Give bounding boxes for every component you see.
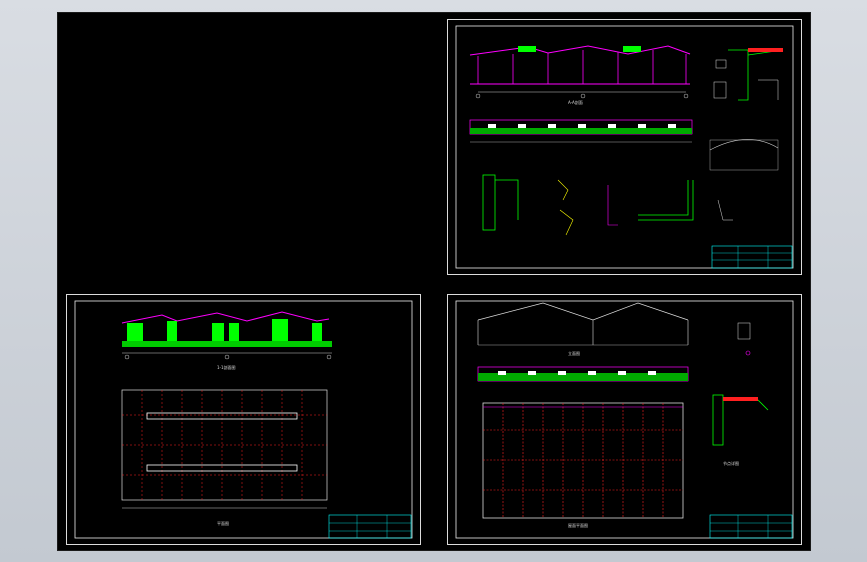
caption-section: A-A剖面 xyxy=(568,99,583,105)
drawing-sheet-bottom-right[interactable]: 立面图 屋面平面图 节点详图 xyxy=(447,294,802,545)
caption-section: 1-1剖面图 xyxy=(217,364,236,370)
sheet-bottom-left-canvas: 1-1剖面图 平面图 xyxy=(74,300,413,539)
sheet-bottom-right-canvas: 立面图 屋面平面图 节点详图 xyxy=(455,300,794,539)
sheet-top-right-canvas: A-A剖面 xyxy=(455,25,794,269)
caption-detail: 节点详图 xyxy=(723,460,739,466)
drawing-viewport[interactable]: A-A剖面 1-1剖面图 平面图 立面图 屋面平面图 节点详图 xyxy=(57,12,811,551)
caption-plan: 平面图 xyxy=(217,520,229,526)
drawing-sheet-top-right[interactable]: A-A剖面 xyxy=(447,19,802,275)
caption-elevation: 立面图 xyxy=(568,350,580,356)
drawing-sheet-bottom-left[interactable]: 1-1剖面图 平面图 xyxy=(66,294,421,545)
caption-roof-plan: 屋面平面图 xyxy=(568,522,588,528)
